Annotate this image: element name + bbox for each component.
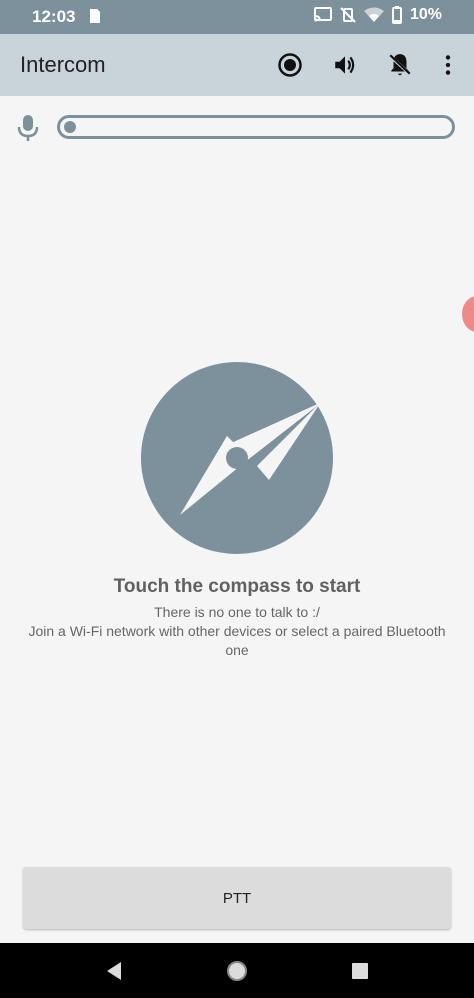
- floating-edge-button[interactable]: [462, 296, 474, 332]
- mic-level-meter: [57, 115, 455, 139]
- notifications-off-button[interactable]: [386, 51, 414, 79]
- record-icon: [278, 53, 302, 77]
- back-icon[interactable]: [103, 960, 125, 982]
- sim-card-icon: [90, 9, 100, 23]
- empty-state-line-2: Join a Wi-Fi network with other devices …: [28, 623, 446, 658]
- battery-icon: [391, 6, 402, 24]
- ptt-button[interactable]: PTT: [23, 867, 451, 929]
- vibrate-off-icon: [340, 7, 356, 23]
- status-time: 12:03: [32, 7, 76, 26]
- volume-button[interactable]: [331, 51, 359, 79]
- empty-state-title: Touch the compass to start: [113, 576, 361, 597]
- overflow-menu-button[interactable]: [434, 51, 462, 79]
- compass-button[interactable]: [141, 362, 333, 554]
- mic-level-row: [0, 96, 474, 160]
- empty-state-message: There is no one to talk to :/ Join a Wi-…: [20, 603, 454, 660]
- cast-icon: [313, 7, 332, 22]
- status-icons: 10%: [313, 6, 442, 24]
- wifi-icon: [363, 7, 384, 22]
- navigation-bar: [0, 943, 474, 998]
- status-bar: 12:03 10%: [0, 0, 474, 34]
- battery-percent: 10%: [409, 6, 442, 23]
- empty-state-line-1: There is no one to talk to :/: [154, 604, 320, 620]
- mic-icon: [17, 115, 39, 141]
- notifications-off-icon: [388, 54, 412, 76]
- record-button[interactable]: [276, 51, 304, 79]
- mic-level-indicator: [64, 121, 76, 133]
- app-title: Intercom: [20, 52, 106, 77]
- app-bar: Intercom: [0, 34, 474, 96]
- more-vert-icon: [445, 55, 451, 75]
- home-icon[interactable]: [226, 960, 248, 982]
- volume-icon: [335, 56, 355, 74]
- recents-icon[interactable]: [349, 960, 371, 982]
